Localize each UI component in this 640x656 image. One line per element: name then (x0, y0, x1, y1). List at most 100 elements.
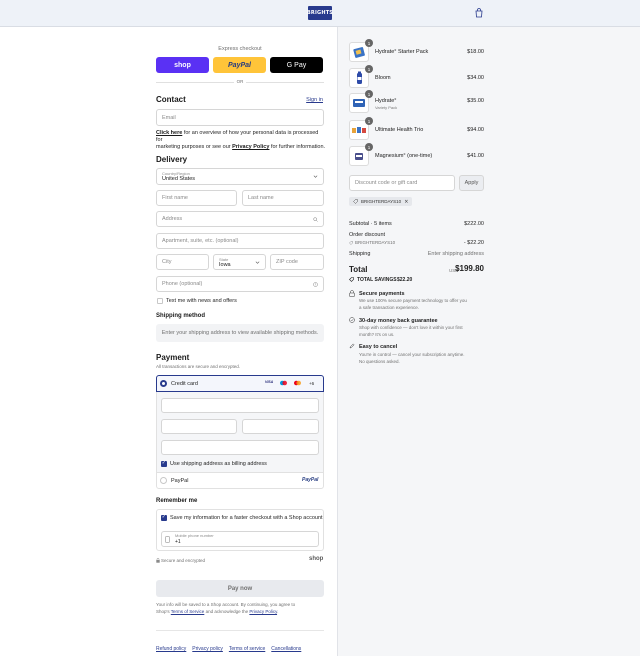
shop-privacy-policy-link[interactable]: Privacy Policy (249, 609, 277, 614)
secure-encrypted-text: Secure and encrypted (161, 558, 206, 563)
brand-logo[interactable]: BRIGHTS (307, 6, 333, 20)
item-variant: Variety Pack (375, 105, 398, 110)
name-on-card-field[interactable] (161, 440, 319, 455)
item-name: Magnesium° (one-time) (375, 153, 433, 159)
perk-text: a safe transaction experience. (359, 305, 420, 310)
quantity-badge: 1 (365, 117, 373, 125)
remember-me-title: Remember me (156, 498, 198, 504)
credit-card-radio[interactable] (160, 380, 167, 387)
perk-title: 30-day money back guarantee (359, 318, 438, 324)
paypal-logo: PayPal (302, 477, 319, 483)
state-select[interactable]: State Iowa (213, 254, 266, 270)
payment-title: Payment (156, 353, 190, 362)
remove-code-icon[interactable]: × (404, 199, 408, 205)
city-field[interactable]: City (156, 254, 209, 270)
maestro-icon (280, 380, 287, 386)
total-savings-value: $22.20 (397, 277, 413, 283)
shipping-method-title: Shipping method (156, 313, 205, 319)
lock-icon (156, 558, 160, 563)
or-separator: OR (236, 79, 244, 84)
terms-of-service-footer-link[interactable]: Terms of service (229, 646, 265, 652)
mobile-phone-value: +1 (175, 539, 181, 545)
refund-policy-link[interactable]: Refund policy (156, 646, 186, 652)
item-name: Hydrate° Starter Pack (375, 49, 429, 55)
save-info-label: Save my information for a faster checkou… (170, 515, 323, 521)
item-price: $35.00 (467, 98, 484, 104)
billing-label: Use shipping address as billing address (170, 461, 267, 467)
mastercard-icon (294, 380, 301, 386)
last-name-field[interactable]: Last name (242, 190, 324, 206)
paypal-radio[interactable] (160, 477, 167, 484)
perk-title: Secure payments (359, 291, 405, 297)
perk-text: No questions asked. (359, 359, 400, 364)
save-info-checkbox[interactable] (161, 514, 167, 521)
paypal-label: PayPal (171, 478, 189, 484)
perk-text: month? It's on us. (359, 332, 395, 337)
billing-checkbox[interactable] (161, 460, 167, 467)
apartment-field[interactable]: Apartment, suite, etc. (optional) (156, 233, 324, 249)
cancellations-link[interactable]: Cancellations (271, 646, 301, 652)
total-savings-label: TOTAL SAVINGS (357, 277, 397, 283)
item-price: $94.00 (467, 127, 484, 133)
email-field[interactable]: Email (156, 109, 324, 126)
order-discount-code: BRIGHTERDAYS10 (355, 240, 396, 245)
footer-links: Refund policy Privacy policy Terms of serv… (156, 637, 307, 655)
payment-subtitle: All transactions are secure and encrypte… (156, 364, 241, 369)
shop-account-note: Your info will be saved to a Shop accoun… (156, 602, 296, 614)
phone-icon (165, 536, 170, 543)
terms-of-service-link[interactable]: Terms of Service (171, 609, 205, 614)
shop-pay-button[interactable]: shop (156, 57, 209, 73)
address-field[interactable]: Address (156, 211, 324, 227)
item-price: $41.00 (467, 153, 484, 159)
discount-code-field[interactable]: Discount code or gift card (349, 175, 455, 191)
chevron-down-icon (313, 175, 318, 178)
quantity-badge: 1 (365, 143, 373, 151)
security-code-field[interactable] (242, 419, 319, 434)
subtotal-label: Subtotal · 5 items (349, 221, 392, 227)
tag-icon (349, 241, 353, 245)
first-name-field[interactable]: First name (156, 190, 237, 206)
paypal-express-button[interactable]: PayPal (213, 57, 266, 73)
privacy-notice: Click here for an overview of how your p… (156, 130, 326, 150)
news-label: Text me with news and offers (166, 298, 237, 304)
lock-icon (349, 290, 355, 297)
order-discount-label: Order discount (349, 232, 386, 238)
country-select[interactable]: Country/Region United States (156, 168, 324, 185)
perk-text: We use 100% secure payment technology to… (359, 298, 467, 303)
news-checkbox[interactable] (157, 298, 163, 304)
shop-logo: shop (309, 556, 324, 562)
perk-text: You're in control — cancel your subscrip… (359, 352, 465, 357)
contact-title: Contact (156, 95, 186, 104)
divider (156, 82, 234, 83)
visa-icon: VISA (265, 380, 274, 384)
express-checkout-title: Express checkout (218, 46, 262, 52)
privacy-policy-link[interactable]: Privacy Policy (232, 144, 269, 150)
item-name: Ultimate Health Trio (375, 127, 424, 133)
pay-now-button[interactable]: Pay now (156, 580, 324, 597)
perk-text: Shop with confidence — don't love it wit… (359, 325, 463, 330)
item-name: Bloom (375, 75, 391, 81)
subtotal-value: $222.00 (464, 221, 484, 227)
quantity-badge: 1 (365, 90, 373, 98)
shopping-bag-icon[interactable] (474, 8, 484, 18)
expiry-field[interactable] (161, 419, 237, 434)
mobile-phone-label: Mobile phone number (175, 533, 214, 538)
order-discount-value: - $22.20 (463, 240, 484, 246)
sign-in-link[interactable]: Sign in (306, 97, 323, 103)
tag-icon (349, 277, 354, 282)
help-icon[interactable]: ? (313, 282, 318, 287)
chevron-down-icon (255, 261, 260, 264)
shipping-method-placeholder: Enter your shipping address to view avai… (156, 324, 324, 342)
zip-field[interactable]: ZIP code (270, 254, 324, 270)
apply-button[interactable]: Apply (459, 175, 484, 191)
google-pay-button[interactable]: G Pay (270, 57, 323, 73)
privacy-policy-footer-link[interactable]: Privacy policy (192, 646, 223, 652)
footer-divider (156, 630, 324, 631)
click-here-link[interactable]: Click here (156, 130, 182, 136)
more-cards-badge: +6 (309, 381, 315, 386)
discount-chip: BRIGHTERDAYS10 × (349, 197, 413, 206)
phone-field[interactable]: Phone (optional) ? (156, 276, 324, 292)
delivery-title: Delivery (156, 155, 188, 164)
order-summary (337, 27, 640, 656)
card-number-field[interactable] (161, 398, 319, 413)
